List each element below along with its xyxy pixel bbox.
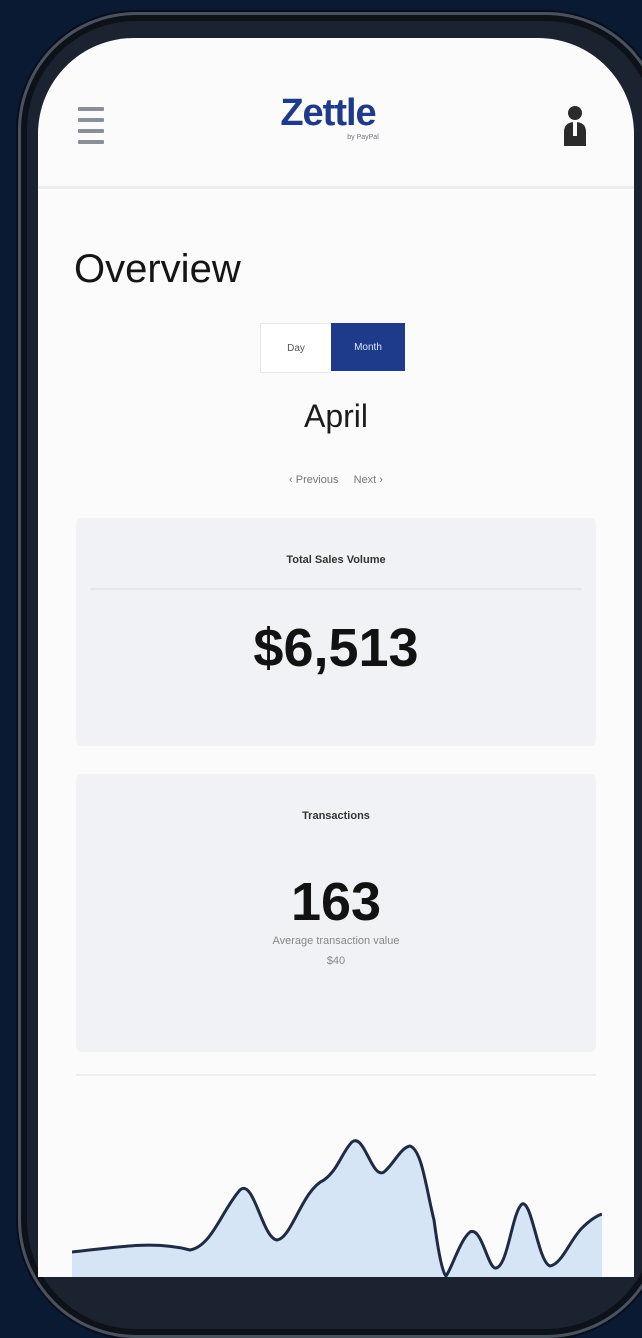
sales-volume-label: Total Sales Volume (286, 554, 386, 566)
period-toggle: Day Month (260, 323, 405, 373)
hamburger-menu-icon[interactable] (78, 107, 104, 145)
toggle-day-button[interactable]: Day (260, 323, 331, 373)
period-label: April (303, 398, 368, 434)
sales-volume-card: Total Sales Volume $6,513 (76, 518, 596, 746)
previous-link[interactable]: ‹ Previous (289, 474, 339, 486)
brand-logo[interactable]: Zettle by PayPal (258, 92, 398, 142)
chart-area (72, 1140, 602, 1277)
app-screen: Zettle by PayPal Overview Day Month Apri… (38, 38, 634, 1277)
user-icon[interactable] (561, 104, 589, 146)
sales-trend-chart (72, 1139, 602, 1277)
avg-transaction-value: $40 (326, 955, 346, 967)
toggle-month-button[interactable]: Month (331, 323, 405, 371)
logo-text: Zettle (280, 92, 376, 134)
logo-subtext: by PayPal (347, 134, 379, 141)
period-pager: ‹ Previous Next › (38, 474, 634, 486)
transactions-label: Transactions (302, 810, 370, 822)
sales-volume-value: $6,513 (253, 618, 419, 678)
next-link[interactable]: Next › (354, 474, 383, 486)
avg-transaction-label: Average transaction value (272, 935, 400, 947)
section-separator (76, 1074, 596, 1076)
transactions-value: 163 (290, 872, 382, 932)
top-navbar: Zettle by PayPal (38, 38, 634, 189)
page-title: Overview (74, 247, 241, 291)
transactions-card: Transactions 163 Average transaction val… (76, 774, 596, 1052)
card-divider (90, 588, 582, 590)
